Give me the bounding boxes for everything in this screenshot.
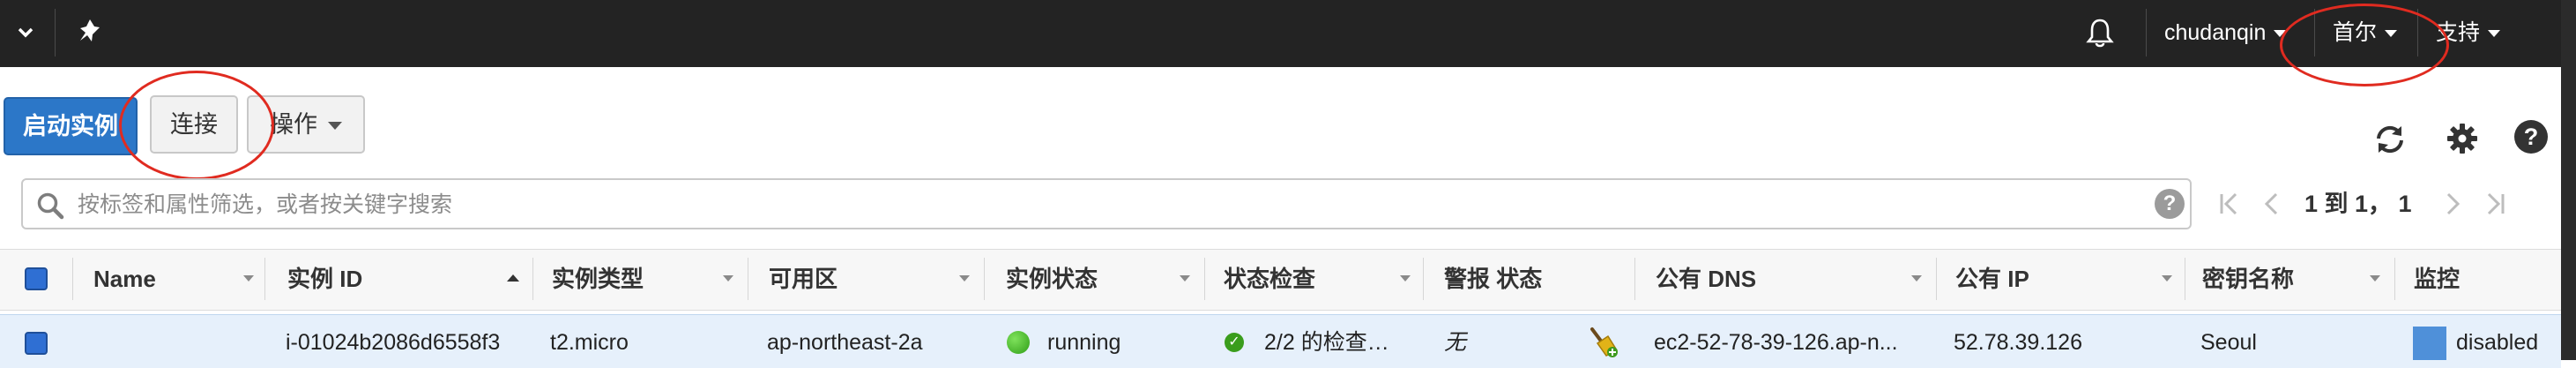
- column-divider: [2394, 258, 2395, 300]
- search-icon: [35, 191, 65, 221]
- caret-down-icon: [2385, 30, 2398, 38]
- column-header-instance-state[interactable]: 实例状态: [1006, 261, 1098, 297]
- column-divider: [532, 258, 533, 300]
- column-header-name[interactable]: Name: [93, 261, 156, 297]
- nav-divider: [2417, 9, 2418, 56]
- window-edge: [2561, 0, 2576, 360]
- column-header-instance-type[interactable]: 实例类型: [552, 261, 644, 297]
- column-header-key-name[interactable]: 密钥名称: [2202, 261, 2294, 297]
- nav-divider: [55, 9, 56, 56]
- select-all-checkbox[interactable]: [25, 267, 48, 290]
- support-label: 支持: [2436, 20, 2481, 45]
- next-page-icon[interactable]: [2442, 186, 2463, 231]
- actions-label: 操作: [270, 111, 317, 138]
- row-checkbox[interactable]: [25, 332, 48, 355]
- pager-range: 1 到 1， 1: [2304, 191, 2412, 217]
- pin-icon[interactable]: [75, 16, 105, 46]
- sort-caret-icon[interactable]: [1180, 275, 1190, 282]
- monitoring-indicator-icon: [2413, 327, 2446, 360]
- sort-caret-icon[interactable]: [723, 275, 733, 282]
- column-header-instance-id[interactable]: 实例 ID: [287, 261, 362, 297]
- nav-divider: [2314, 9, 2315, 56]
- search-input[interactable]: [76, 185, 2125, 224]
- filter-search-box: ?: [21, 178, 2192, 229]
- column-header-status-check[interactable]: 状态检查: [1224, 261, 1315, 297]
- sort-caret-icon[interactable]: [243, 275, 254, 282]
- column-header-public-dns[interactable]: 公有 DNS: [1656, 261, 1756, 297]
- last-page-icon[interactable]: [2482, 186, 2508, 231]
- support-menu[interactable]: 支持: [2436, 18, 2501, 48]
- column-divider: [1634, 258, 1635, 300]
- column-divider: [72, 258, 73, 300]
- connect-label: 连接: [170, 111, 218, 138]
- check-passed-icon: ✓: [1225, 333, 1244, 352]
- search-help-icon[interactable]: ?: [2155, 189, 2185, 219]
- sort-caret-icon[interactable]: [1911, 275, 1922, 282]
- column-divider: [264, 258, 265, 300]
- bell-icon[interactable]: [2084, 16, 2116, 49]
- refresh-icon[interactable]: [2371, 121, 2408, 158]
- column-header-public-ip[interactable]: 公有 IP: [1955, 261, 2029, 297]
- first-page-icon[interactable]: [2216, 186, 2243, 231]
- help-icon[interactable]: ?: [2514, 120, 2548, 154]
- running-status-icon: [1007, 331, 1030, 354]
- top-nav-bar: chudanqin 首尔 支持: [0, 0, 2576, 67]
- column-divider: [1204, 258, 1205, 300]
- cell-zone: ap-northeast-2a: [767, 330, 923, 355]
- cell-status-check[interactable]: 2/2 的检查…: [1264, 327, 1389, 358]
- column-divider: [1936, 258, 1937, 300]
- region-label: 首尔: [2333, 20, 2378, 45]
- sort-ascending-icon[interactable]: [507, 274, 519, 282]
- region-menu[interactable]: 首尔: [2333, 18, 2398, 48]
- sort-caret-icon[interactable]: [2162, 275, 2172, 282]
- column-header-monitoring[interactable]: 监控: [2414, 261, 2460, 297]
- sort-caret-icon[interactable]: [1400, 275, 1411, 282]
- connect-button[interactable]: 连接: [150, 95, 238, 154]
- cell-instance-id: i-01024b2086d6558f3: [286, 330, 501, 355]
- column-header-alarm-status[interactable]: 警报 状态: [1444, 261, 1542, 297]
- column-header-zone[interactable]: 可用区: [769, 261, 838, 297]
- sort-caret-icon[interactable]: [2370, 275, 2380, 282]
- caret-down-icon: [2274, 30, 2287, 38]
- caret-down-icon: [2488, 30, 2501, 38]
- column-divider: [1423, 258, 1424, 300]
- cell-instance-type: t2.micro: [550, 330, 629, 355]
- launch-instance-button[interactable]: 启动实例: [4, 97, 138, 155]
- caret-down-icon: [328, 122, 342, 131]
- actions-button[interactable]: 操作: [247, 95, 365, 154]
- cell-alarm-status: 无: [1444, 330, 1467, 355]
- user-name: chudanqin: [2164, 20, 2267, 45]
- prev-page-icon[interactable]: [2261, 186, 2282, 231]
- column-divider: [984, 258, 985, 300]
- cell-public-ip: 52.78.39.126: [1954, 330, 2082, 355]
- launch-instance-label: 启动实例: [23, 113, 118, 139]
- cell-key-name: Seoul: [2200, 330, 2257, 355]
- nav-divider: [2146, 9, 2147, 56]
- gear-icon[interactable]: [2445, 121, 2480, 156]
- sort-caret-icon[interactable]: [959, 275, 970, 282]
- broom-icon[interactable]: [1587, 326, 1620, 359]
- cell-public-dns: ec2-52-78-39-126.ap-n...: [1654, 330, 1898, 355]
- cell-monitoring: disabled: [2456, 330, 2539, 355]
- cell-instance-state: running: [1047, 330, 1121, 355]
- user-menu[interactable]: chudanqin: [2164, 18, 2287, 48]
- chevron-down-icon[interactable]: [12, 19, 39, 46]
